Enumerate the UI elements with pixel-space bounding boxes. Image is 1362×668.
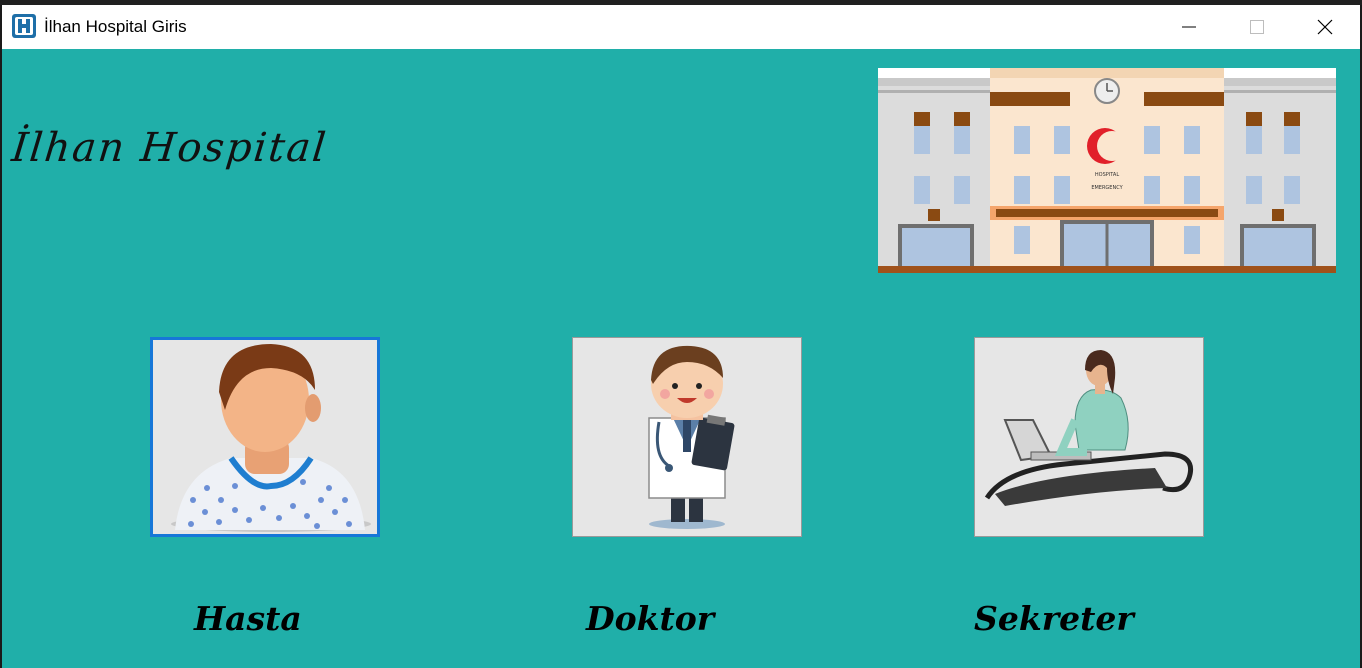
app-window: İlhan Hospital Giris İlhan Hospital HOSP… bbox=[2, 5, 1360, 668]
patient-icon bbox=[171, 344, 371, 532]
maximize-icon bbox=[1250, 20, 1264, 34]
patient-label: Hasta bbox=[194, 599, 302, 638]
svg-text:EMERGENCY: EMERGENCY bbox=[1091, 185, 1123, 191]
minimize-button[interactable] bbox=[1154, 5, 1224, 49]
doctor-button[interactable] bbox=[572, 337, 802, 537]
patient-button[interactable] bbox=[150, 337, 380, 537]
hospital-logo-text: İlhan Hospital bbox=[9, 125, 330, 171]
maximize-button[interactable] bbox=[1222, 5, 1292, 49]
minimize-icon bbox=[1182, 26, 1196, 28]
svg-text:HOSPITAL: HOSPITAL bbox=[1095, 172, 1119, 178]
hospital-building-image: HOSPITAL EMERGENCY bbox=[878, 68, 1336, 273]
doctor-label: Doktor bbox=[586, 599, 715, 638]
secretary-label: Sekreter bbox=[974, 599, 1134, 638]
secretary-icon bbox=[984, 350, 1193, 506]
title-bar[interactable]: İlhan Hospital Giris bbox=[2, 5, 1360, 49]
secretary-button[interactable] bbox=[974, 337, 1204, 537]
window-title: İlhan Hospital Giris bbox=[44, 17, 187, 36]
doctor-icon bbox=[648, 345, 735, 529]
hospital-h-icon bbox=[12, 14, 36, 38]
close-button[interactable] bbox=[1290, 5, 1360, 49]
close-icon bbox=[1317, 19, 1333, 35]
